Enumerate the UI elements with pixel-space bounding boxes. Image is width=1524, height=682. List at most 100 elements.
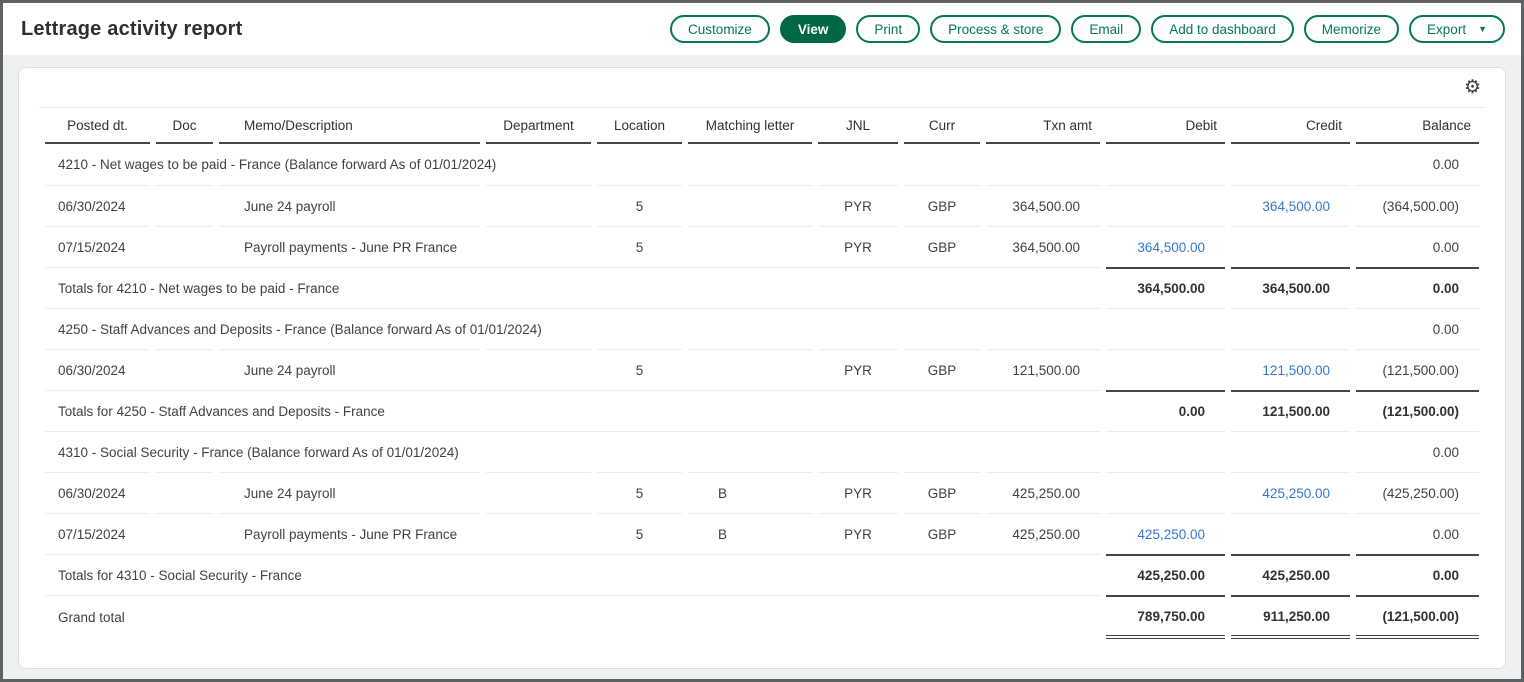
add-to-dashboard-button[interactable]: Add to dashboard xyxy=(1151,15,1294,43)
cell-txn-amt: 425,250.00 xyxy=(986,472,1100,513)
button-label: Customize xyxy=(688,22,752,37)
cell-posted-date: 06/30/2024 xyxy=(45,185,150,226)
table-row: 07/15/2024Payroll payments - June PR Fra… xyxy=(45,226,1479,267)
cell-balance: 0.00 xyxy=(1356,144,1479,185)
column-header-credit: Credit xyxy=(1231,108,1350,144)
cell-debit xyxy=(1106,144,1225,185)
debit-amount-link[interactable]: 364,500.00 xyxy=(1137,240,1205,255)
memorize-button[interactable]: Memorize xyxy=(1304,15,1399,43)
cell-department xyxy=(486,185,591,226)
column-header-doc: Doc xyxy=(156,108,213,144)
cell-matching-letter xyxy=(688,185,812,226)
customize-button[interactable]: Customize xyxy=(670,15,770,43)
cell-credit xyxy=(1231,308,1350,349)
cell-doc xyxy=(156,185,213,226)
credit-amount-link[interactable]: 121,500.00 xyxy=(1262,363,1330,378)
totals-row: Totals for 4310 - Social Security - Fran… xyxy=(45,554,1479,595)
column-header-txn-amt: Txn amt xyxy=(986,108,1100,144)
column-header-memo-description: Memo/Description xyxy=(219,108,480,144)
cell-posted-date: 07/15/2024 xyxy=(45,226,150,267)
button-label: Add to dashboard xyxy=(1169,22,1276,37)
cell-credit: 364,500.00 xyxy=(1231,185,1350,226)
cell-credit xyxy=(1231,513,1350,554)
cell-debit: 425,250.00 xyxy=(1106,554,1225,595)
totals-label: Totals for 4210 - Net wages to be paid -… xyxy=(45,267,1100,308)
export-button[interactable]: Export ▼ xyxy=(1409,15,1505,43)
cell-txn-amt: 364,500.00 xyxy=(986,226,1100,267)
totals-row: Totals for 4210 - Net wages to be paid -… xyxy=(45,267,1479,308)
cell-posted-date: 06/30/2024 xyxy=(45,472,150,513)
column-header-posted-dt: Posted dt. xyxy=(45,108,150,144)
view-button[interactable]: View xyxy=(780,15,847,43)
cell-debit xyxy=(1106,431,1225,472)
chevron-down-icon: ▼ xyxy=(1478,25,1487,34)
page-title: Lettrage activity report xyxy=(21,18,243,41)
cell-curr: GBP xyxy=(904,513,980,554)
report-table: Posted dt.DocMemo/DescriptionDepartmentL… xyxy=(39,108,1485,639)
print-button[interactable]: Print xyxy=(856,15,920,43)
cell-curr: GBP xyxy=(904,185,980,226)
cell-balance: (121,500.00) xyxy=(1356,595,1479,639)
cell-jnl: PYR xyxy=(818,472,898,513)
totals-label: Grand total xyxy=(45,595,1100,639)
table-row: 06/30/2024June 24 payroll5PYRGBP364,500.… xyxy=(45,185,1479,226)
button-label: Export xyxy=(1427,22,1466,37)
report-panel: ⚙ Posted dt.DocMemo/DescriptionDepartmen… xyxy=(18,67,1506,669)
cell-credit: 121,500.00 xyxy=(1231,390,1350,431)
cell-debit: 0.00 xyxy=(1106,390,1225,431)
cell-doc xyxy=(156,513,213,554)
cell-debit: 425,250.00 xyxy=(1106,513,1225,554)
cell-location: 5 xyxy=(597,513,682,554)
cell-balance: (364,500.00) xyxy=(1356,185,1479,226)
column-header-curr: Curr xyxy=(904,108,980,144)
cell-posted-date: 06/30/2024 xyxy=(45,349,150,390)
column-header-jnl: JNL xyxy=(818,108,898,144)
account-group-label: 4250 - Staff Advances and Deposits - Fra… xyxy=(45,308,1100,349)
cell-curr: GBP xyxy=(904,349,980,390)
gear-icon[interactable]: ⚙ xyxy=(1464,78,1481,97)
cell-debit xyxy=(1106,349,1225,390)
cell-location: 5 xyxy=(597,349,682,390)
cell-debit xyxy=(1106,185,1225,226)
grand-total-row: Grand total789,750.00911,250.00(121,500.… xyxy=(45,595,1479,639)
table-header-row: Posted dt.DocMemo/DescriptionDepartmentL… xyxy=(45,108,1479,144)
button-label: Process & store xyxy=(948,22,1043,37)
totals-label: Totals for 4310 - Social Security - Fran… xyxy=(45,554,1100,595)
cell-jnl: PYR xyxy=(818,513,898,554)
cell-debit xyxy=(1106,308,1225,349)
cell-posted-date: 07/15/2024 xyxy=(45,513,150,554)
debit-amount-link[interactable]: 425,250.00 xyxy=(1137,527,1205,542)
table-body: 4210 - Net wages to be paid - France (Ba… xyxy=(45,144,1479,639)
button-label: Email xyxy=(1089,22,1123,37)
cell-department xyxy=(486,472,591,513)
cell-department xyxy=(486,349,591,390)
process-store-button[interactable]: Process & store xyxy=(930,15,1061,43)
cell-credit: 911,250.00 xyxy=(1231,595,1350,639)
cell-txn-amt: 364,500.00 xyxy=(986,185,1100,226)
cell-debit xyxy=(1106,472,1225,513)
cell-doc xyxy=(156,472,213,513)
cell-memo: June 24 payroll xyxy=(219,472,480,513)
cell-txn-amt: 121,500.00 xyxy=(986,349,1100,390)
account-group-label: 4210 - Net wages to be paid - France (Ba… xyxy=(45,144,1100,185)
cell-jnl: PYR xyxy=(818,226,898,267)
cell-memo: Payroll payments - June PR France xyxy=(219,513,480,554)
column-header-matching-letter: Matching letter xyxy=(688,108,812,144)
cell-location: 5 xyxy=(597,226,682,267)
email-button[interactable]: Email xyxy=(1071,15,1141,43)
column-header-balance: Balance xyxy=(1356,108,1479,144)
cell-doc xyxy=(156,349,213,390)
cell-matching-letter: B xyxy=(688,513,812,554)
cell-department xyxy=(486,513,591,554)
cell-txn-amt: 425,250.00 xyxy=(986,513,1100,554)
credit-amount-link[interactable]: 425,250.00 xyxy=(1262,486,1330,501)
account-group-row: 4310 - Social Security - France (Balance… xyxy=(45,431,1479,472)
cell-curr: GBP xyxy=(904,226,980,267)
cell-matching-letter xyxy=(688,349,812,390)
cell-balance: 0.00 xyxy=(1356,554,1479,595)
cell-credit xyxy=(1231,144,1350,185)
cell-memo: June 24 payroll xyxy=(219,349,480,390)
cell-credit: 425,250.00 xyxy=(1231,472,1350,513)
credit-amount-link[interactable]: 364,500.00 xyxy=(1262,199,1330,214)
cell-department xyxy=(486,226,591,267)
